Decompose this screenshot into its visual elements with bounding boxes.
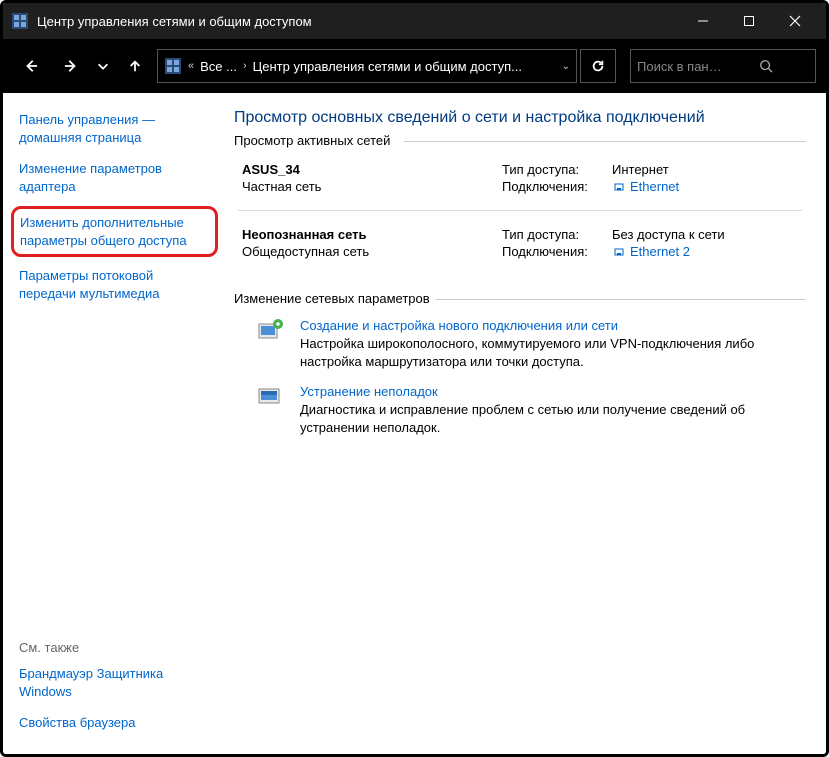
minimize-button[interactable] bbox=[680, 3, 726, 39]
search-icon[interactable] bbox=[723, 59, 809, 73]
search-placeholder: Поиск в панели упра... bbox=[637, 59, 723, 74]
close-button[interactable] bbox=[772, 3, 818, 39]
breadcrumb-current[interactable]: Центр управления сетями и общим доступ..… bbox=[253, 59, 522, 74]
task-new-connection-desc: Настройка широкополосного, коммутируемог… bbox=[300, 335, 802, 370]
new-connection-icon bbox=[256, 318, 286, 344]
main-panel: Просмотр основных сведений о сети и наст… bbox=[228, 93, 826, 754]
app-icon bbox=[11, 12, 29, 30]
maximize-button[interactable] bbox=[726, 3, 772, 39]
task-new-connection: Создание и настройка нового подключения … bbox=[256, 318, 802, 370]
access-type-label: Тип доступа: bbox=[502, 162, 612, 177]
navbar: « Все ... › Центр управления сетями и об… bbox=[3, 39, 826, 93]
address-bar[interactable]: « Все ... › Центр управления сетями и об… bbox=[157, 49, 577, 83]
chevron-right-icon: › bbox=[243, 60, 247, 72]
sidebar-firewall-link[interactable]: Брандмауэр Защитника Windows bbox=[19, 665, 212, 700]
network-row: ASUS_34 Частная сеть Тип доступа: Интерн… bbox=[238, 156, 802, 202]
ethernet-icon bbox=[612, 245, 626, 259]
task-troubleshoot-title[interactable]: Устранение неполадок bbox=[300, 384, 802, 399]
up-button[interactable] bbox=[117, 48, 153, 84]
troubleshoot-icon bbox=[256, 384, 286, 410]
active-networks-fieldset: Просмотр активных сетей ASUS_34 Частная … bbox=[234, 141, 806, 281]
change-settings-label: Изменение сетевых параметров bbox=[234, 291, 436, 306]
access-type-label: Тип доступа: bbox=[502, 227, 612, 242]
network-name: Неопознанная сеть bbox=[242, 227, 502, 242]
network-type: Частная сеть bbox=[242, 179, 502, 194]
window-frame: Центр управления сетями и общим доступом bbox=[0, 0, 829, 757]
active-networks-label: Просмотр активных сетей bbox=[234, 133, 396, 148]
connections-label: Подключения: bbox=[502, 179, 612, 194]
breadcrumb-root[interactable]: Все ... bbox=[200, 59, 237, 74]
content-area: Панель управления — домашняя страница Из… bbox=[3, 93, 826, 754]
task-troubleshoot: Устранение неполадок Диагностика и испра… bbox=[256, 384, 802, 436]
access-type-value: Интернет bbox=[612, 162, 669, 177]
search-input[interactable]: Поиск в панели упра... bbox=[630, 49, 816, 83]
window-controls bbox=[680, 3, 818, 39]
window-title: Центр управления сетями и общим доступом bbox=[37, 14, 312, 29]
task-troubleshoot-desc: Диагностика и исправление проблем с сеть… bbox=[300, 401, 802, 436]
recent-dropdown[interactable] bbox=[93, 48, 113, 84]
access-type-value: Без доступа к сети bbox=[612, 227, 725, 242]
change-settings-fieldset: Изменение сетевых параметров Создание и … bbox=[234, 299, 806, 456]
sidebar-adapter-link[interactable]: Изменение параметров адаптера bbox=[19, 160, 212, 195]
divider bbox=[238, 210, 802, 211]
sidebar-streaming-link[interactable]: Параметры потоковой передачи мультимедиа bbox=[19, 267, 212, 302]
network-type: Общедоступная сеть bbox=[242, 244, 502, 259]
connections-label: Подключения: bbox=[502, 244, 612, 259]
page-title: Просмотр основных сведений о сети и наст… bbox=[234, 109, 806, 127]
connection-link[interactable]: Ethernet 2 bbox=[612, 244, 690, 259]
connection-link[interactable]: Ethernet bbox=[612, 179, 679, 194]
chevron-left-icon: « bbox=[188, 60, 194, 72]
sidebar-advanced-sharing-link[interactable]: Изменить дополнительные параметры общего… bbox=[11, 206, 218, 257]
network-name: ASUS_34 bbox=[242, 162, 502, 177]
address-icon bbox=[164, 57, 182, 75]
back-button[interactable] bbox=[13, 48, 49, 84]
titlebar: Центр управления сетями и общим доступом bbox=[3, 3, 826, 39]
sidebar-browser-link[interactable]: Свойства браузера bbox=[19, 714, 212, 732]
refresh-button[interactable] bbox=[580, 49, 616, 83]
forward-button[interactable] bbox=[53, 48, 89, 84]
ethernet-icon bbox=[612, 180, 626, 194]
network-row: Неопознанная сеть Общедоступная сеть Тип… bbox=[238, 221, 802, 267]
sidebar-home-link[interactable]: Панель управления — домашняя страница bbox=[19, 111, 212, 146]
task-new-connection-title[interactable]: Создание и настройка нового подключения … bbox=[300, 318, 802, 333]
sidebar-see-also-heading: См. также bbox=[19, 640, 212, 655]
sidebar: Панель управления — домашняя страница Из… bbox=[3, 93, 228, 754]
chevron-down-icon[interactable]: ⌄ bbox=[562, 61, 570, 72]
